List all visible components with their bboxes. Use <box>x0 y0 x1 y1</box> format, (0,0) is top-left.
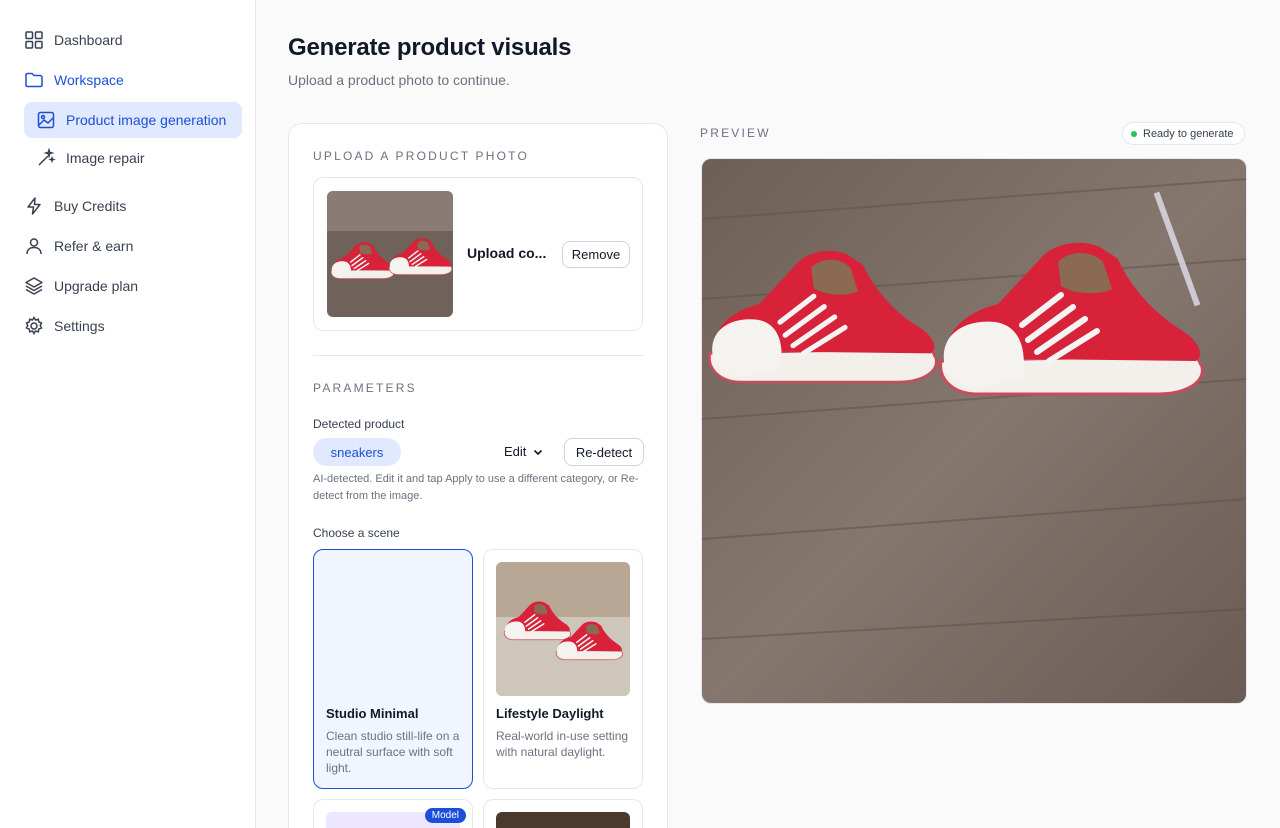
preview-image <box>701 158 1247 704</box>
scene-card-lifestyle-daylight[interactable]: Lifestyle Daylight Real-world in-use set… <box>483 549 643 789</box>
folder-icon <box>25 72 43 88</box>
sidebar-item-upgrade-plan[interactable]: Upgrade plan <box>0 266 255 306</box>
magic-wand-icon <box>38 148 56 166</box>
sidebar-item-label: Image repair <box>66 150 145 166</box>
sidebar-item-image-repair[interactable]: Image repair <box>24 140 242 176</box>
detected-product-chip[interactable]: sneakers <box>313 438 401 466</box>
scene-title: Studio Minimal <box>326 706 419 721</box>
sidebar-item-label: Product image generation <box>66 112 227 128</box>
sidebar-item-dashboard[interactable]: Dashboard <box>0 20 255 60</box>
status-text: Ready to generate <box>1143 127 1234 140</box>
sidebar: Dashboard Workspace Product image genera… <box>0 0 256 828</box>
sidebar-item-label: Dashboard <box>54 32 123 48</box>
main-content: Generate product visuals Upload a produc… <box>256 0 1280 828</box>
sidebar-item-label: Settings <box>54 318 105 334</box>
sidebar-item-label: Buy Credits <box>54 198 127 214</box>
section-divider <box>313 355 643 356</box>
status-dot <box>1131 131 1137 137</box>
settings-card: UPLOAD A PRODUCT PHOTO Upload co... Remo… <box>288 123 668 828</box>
scene-label: Choose a scene <box>313 526 400 540</box>
grid-icon <box>25 31 43 49</box>
scene-title: Lifestyle Daylight <box>496 706 604 721</box>
sidebar-item-label: Refer & earn <box>54 238 134 254</box>
upload-section-label: UPLOAD A PRODUCT PHOTO <box>313 149 529 163</box>
edit-dropdown[interactable]: Edit <box>504 444 544 459</box>
uploaded-thumbnail <box>327 191 453 317</box>
detected-product-label: Detected product <box>313 417 405 431</box>
preview-label: PREVIEW <box>700 126 771 140</box>
sidebar-item-buy-credits[interactable]: Buy Credits <box>0 186 255 226</box>
status-badge: Ready to generate <box>1122 122 1245 145</box>
lightning-icon <box>27 197 41 215</box>
sidebar-item-refer-earn[interactable]: Refer & earn <box>0 226 255 266</box>
layers-icon <box>25 277 43 295</box>
scene-preview-image <box>496 812 630 828</box>
page-subtitle: Upload a product photo to continue. <box>288 72 510 88</box>
detection-hint: AI-detected. Edit it and tap Apply to us… <box>313 473 639 502</box>
sidebar-item-workspace[interactable]: Workspace <box>0 60 255 100</box>
sidebar-item-settings[interactable]: Settings <box>0 306 255 346</box>
page-title: Generate product visuals <box>288 34 572 61</box>
user-icon <box>26 238 42 255</box>
scene-preview-image <box>496 562 630 696</box>
sidebar-item-label: Workspace <box>54 72 124 88</box>
gear-icon <box>25 316 43 335</box>
image-icon <box>37 111 55 129</box>
model-badge: Model <box>424 808 466 823</box>
scene-card-partial-2[interactable] <box>483 799 643 828</box>
sidebar-item-label: Upgrade plan <box>54 278 139 294</box>
redetect-button[interactable]: Re-detect <box>564 438 644 466</box>
scene-card-partial-1[interactable]: Model <box>313 799 473 828</box>
scene-description: Real-world in-use setting with natural d… <box>496 729 629 759</box>
sidebar-item-product-image-generation[interactable]: Product image generation <box>24 102 242 138</box>
remove-button[interactable]: Remove <box>562 241 630 268</box>
scene-card-studio-minimal[interactable]: Studio Minimal Clean studio still-life o… <box>313 549 473 789</box>
edit-label: Edit <box>504 444 527 459</box>
chevron-down-icon <box>534 449 543 455</box>
scene-description: Clean studio still-life on a neutral sur… <box>326 729 460 775</box>
parameters-section-label: PARAMETERS <box>313 381 417 395</box>
upload-file-name: Upload co... <box>467 245 547 261</box>
upload-dropzone[interactable]: Upload co... Remove <box>313 177 643 331</box>
